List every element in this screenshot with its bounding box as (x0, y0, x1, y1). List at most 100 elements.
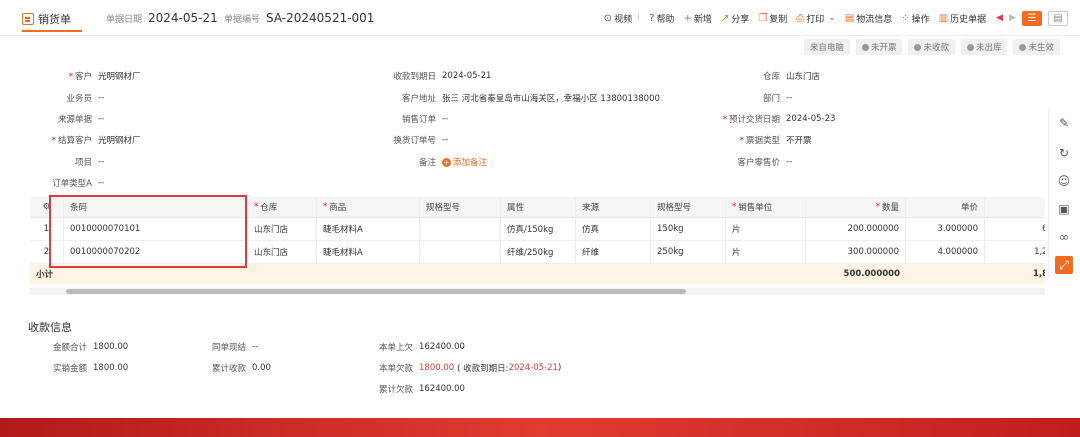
cell-warehouse[interactable]: 山东门店 (248, 218, 317, 240)
col-header-unit[interactable]: * 销售单位 (726, 197, 806, 217)
copy-icon: ❐ (758, 12, 768, 24)
address-field[interactable]: 客户地址 张三 河北省秦皇岛市山海关区，幸福小区 13800138000 (402, 91, 660, 105)
grid-view-button[interactable]: ▤ (1048, 10, 1068, 26)
col-header-attr[interactable]: 属性 (501, 197, 576, 217)
logistics-button[interactable]: ▤ 物流信息 (845, 12, 892, 25)
cell-warehouse[interactable]: 山东门店 (248, 241, 317, 263)
col-header-spec2[interactable]: 规格型号 (651, 197, 726, 217)
play-icon: ⊙ (603, 12, 613, 24)
history-icon: ▥ (938, 12, 949, 24)
due-date-label: 收款到期日 (393, 72, 436, 82)
warehouse-value: 山东门店 (786, 72, 821, 82)
cell-unit[interactable]: 片 (726, 218, 806, 240)
cell-qty[interactable]: 200.000000 (806, 218, 906, 240)
tab-underline (22, 30, 82, 32)
col-header-price[interactable]: 单价 (906, 197, 985, 217)
cell-amount[interactable]: 1,20 (985, 241, 1045, 263)
total-amount-value: 1800.00 (93, 342, 129, 352)
delivery-date-field[interactable]: * 预计交货日期 2024-05-23 (723, 112, 836, 126)
share-button[interactable]: ↗ 分享 (721, 12, 749, 25)
due-date-field[interactable]: 收款到期日 2024-05-21 (393, 69, 491, 83)
cum-received-value: 0.00 (252, 363, 271, 373)
invoice-type-field[interactable]: * 票据类型 不开票 (740, 133, 812, 147)
cell-spec2[interactable]: 150kg (651, 218, 726, 240)
next-arrow-icon[interactable]: ▶ (1009, 13, 1016, 23)
prev-arrow-icon[interactable]: ◀ (996, 13, 1003, 23)
sales-order-value: -- (442, 114, 449, 124)
status-dot-icon (1019, 43, 1027, 51)
video-button[interactable]: ⊙ 视频 (604, 12, 632, 25)
plus-circle-icon: + (442, 157, 451, 167)
customer-field[interactable]: * 客户 光明钢材厂 (69, 69, 141, 83)
cell-source[interactable]: 纤维 (576, 241, 651, 263)
print-button[interactable]: ⎙ 打印 ⌄ (796, 12, 836, 25)
list-view-button[interactable]: ☰ (1022, 10, 1042, 26)
help-icon: ? (649, 12, 655, 24)
retail-price-field[interactable]: 客户零售价 -- (737, 155, 792, 169)
order-type-label: 订单类型A (52, 179, 92, 189)
col-header-product-label: 商品 (329, 203, 347, 213)
new-button[interactable]: + 新增 (683, 12, 711, 25)
status-badge-payment: 未收款 (908, 39, 955, 55)
barcode-highlight-box (49, 195, 247, 268)
exchange-order-field[interactable]: 换货订单号 -- (393, 133, 448, 147)
bill-number-value: SA-20240521-001 (266, 11, 375, 25)
cell-source[interactable]: 仿真 (576, 218, 651, 240)
subtotal-qty: 500.000000 (843, 269, 900, 279)
order-type-field[interactable]: 订单类型A -- (52, 176, 104, 190)
tab-sales-bill[interactable]: 销货单 (22, 8, 71, 30)
dept-field[interactable]: 部门 -- (763, 91, 792, 105)
logistics-label: 物流信息 (856, 14, 893, 25)
new-label: 新增 (693, 14, 712, 25)
cell-amount[interactable]: 60 (985, 218, 1045, 240)
col-header-source[interactable]: 来源 (576, 197, 651, 217)
col-header-spec[interactable]: 规格型号 (420, 197, 501, 217)
delivery-date-value: 2024-05-23 (786, 114, 836, 124)
note-icon[interactable]: ✎ (1055, 114, 1073, 132)
col-header-warehouse[interactable]: * 仓库 (248, 197, 317, 217)
dept-label: 部门 (762, 94, 780, 104)
history-button[interactable]: ▥ 历史单据 (939, 12, 986, 25)
cell-attr[interactable]: 纤维/250kg (501, 241, 576, 263)
status-dot-icon (966, 43, 974, 51)
source-doc-field[interactable]: 来源单据 -- (58, 112, 104, 126)
print-label: 打印 (806, 14, 825, 25)
cell-unit[interactable]: 片 (726, 241, 806, 263)
add-note-button[interactable]: + 添加备注 (442, 156, 487, 168)
cum-owe-field: 累计欠款 162400.00 (379, 382, 465, 396)
horizontal-scrollbar[interactable] (66, 289, 686, 294)
actual-amount-field: 实销金额 1800.00 (53, 361, 128, 375)
invoice-type-label: 票据类型 (745, 136, 780, 146)
cell-spec[interactable] (420, 241, 501, 263)
salesman-field[interactable]: 业务员 -- (66, 91, 104, 105)
project-field[interactable]: 项目 -- (75, 155, 104, 169)
status-badges: 来自电脑 未开票 未收款 未出库 未生效 (798, 39, 1060, 55)
cell-attr[interactable]: 仿真/150kg (501, 218, 576, 240)
retail-price-label: 客户零售价 (737, 158, 780, 168)
col-header-amount[interactable]: 金 (985, 197, 1045, 217)
copy-button[interactable]: ❐ 复制 (758, 12, 787, 25)
col-header-qty-label: 数量 (881, 203, 899, 213)
cell-spec[interactable] (420, 218, 501, 240)
cell-product[interactable]: 睫毛材料A (317, 241, 420, 263)
sales-order-field[interactable]: 销售订单 -- (402, 112, 449, 126)
tag-icon[interactable]: ▣ (1055, 200, 1073, 218)
side-toolbar: ✎ ↻ ☺ ▣ ∞ ⤢ (1048, 108, 1080, 278)
col-header-product[interactable]: * 商品 (317, 197, 420, 217)
cell-spec2[interactable]: 250kg (651, 241, 726, 263)
link-icon[interactable]: ∞ (1055, 228, 1073, 246)
face-icon[interactable]: ☺ (1055, 172, 1073, 190)
expand-icon[interactable]: ⤢ (1055, 256, 1073, 274)
bill-owe-extra: ( 收款到期日: (457, 364, 509, 374)
refresh-icon[interactable]: ↻ (1055, 144, 1073, 162)
col-header-qty[interactable]: * 数量 (806, 197, 906, 217)
operations-button[interactable]: ⁘ 操作 (901, 12, 929, 25)
settle-customer-field[interactable]: * 结算客户 光明钢材厂 (52, 133, 141, 147)
bill-owe-label: 本单欠款 (378, 364, 413, 374)
help-button[interactable]: ? 帮助 (649, 12, 674, 25)
cell-price[interactable]: 3.000000 (906, 218, 985, 240)
cell-qty[interactable]: 300.000000 (806, 241, 906, 263)
warehouse-field[interactable]: 仓库 山东门店 (763, 69, 821, 83)
cell-price[interactable]: 4.000000 (906, 241, 985, 263)
cell-product[interactable]: 睫毛材料A (317, 218, 420, 240)
